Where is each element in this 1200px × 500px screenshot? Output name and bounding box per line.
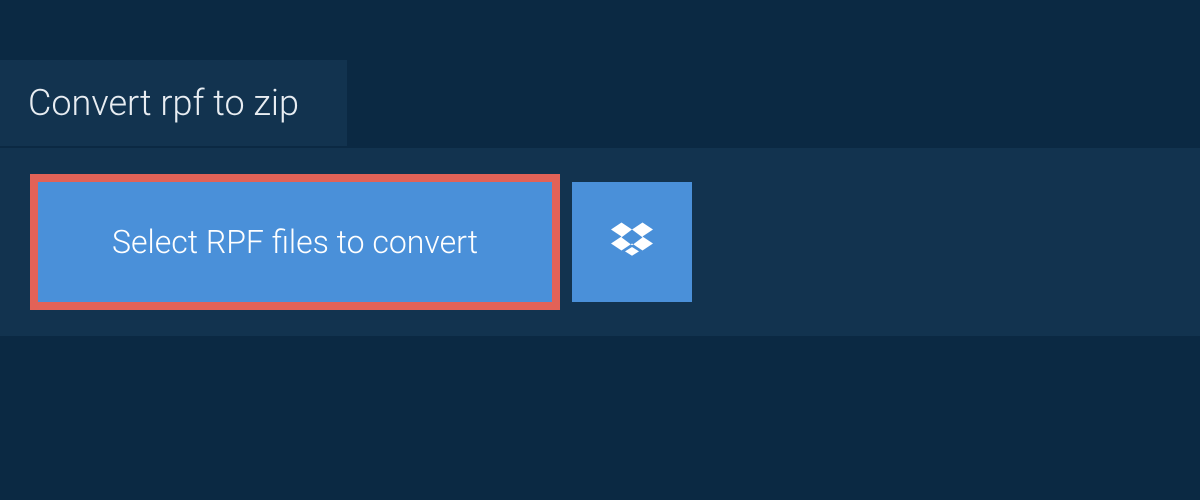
- dropbox-icon: [611, 219, 653, 265]
- upload-panel: Select RPF files to convert: [0, 148, 1200, 336]
- select-files-label: Select RPF files to convert: [112, 223, 478, 261]
- tab-title: Convert rpf to zip: [28, 82, 299, 124]
- dropbox-button[interactable]: [572, 182, 692, 302]
- select-files-button[interactable]: Select RPF files to convert: [30, 174, 560, 310]
- tab-convert[interactable]: Convert rpf to zip: [0, 60, 347, 146]
